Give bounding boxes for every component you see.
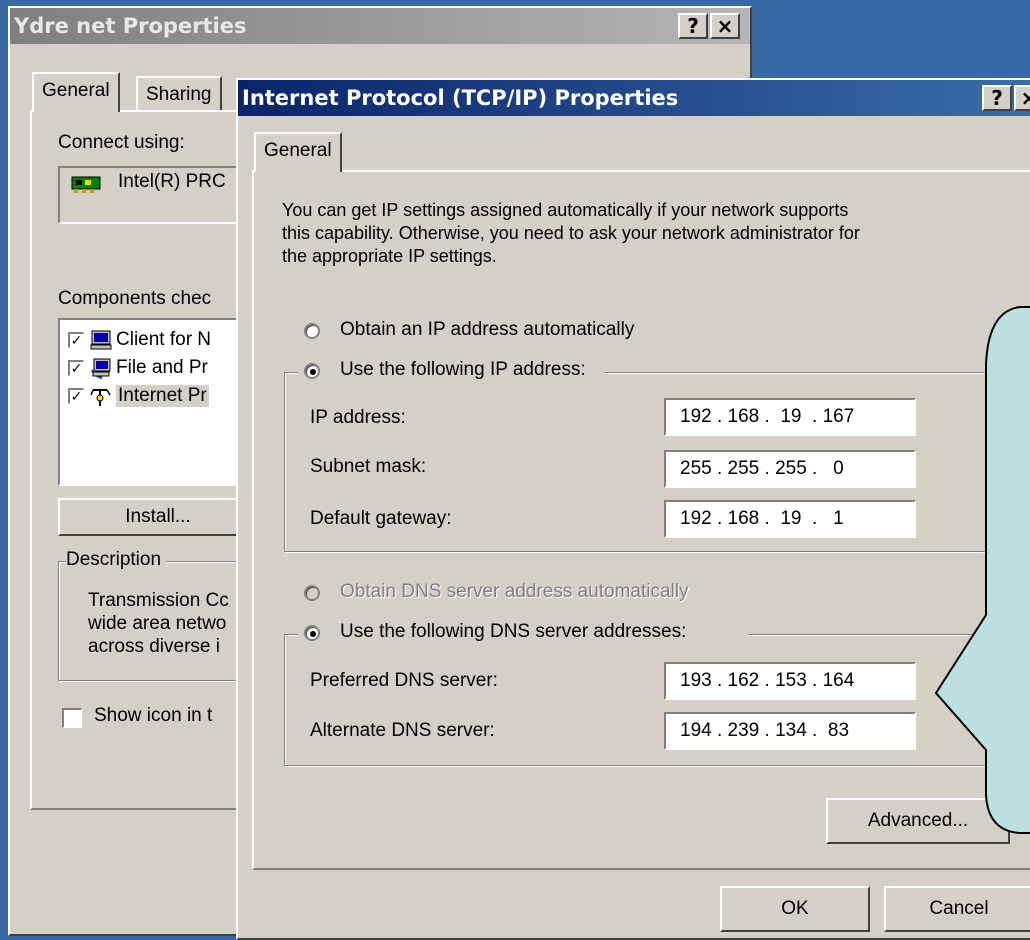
alternate-dns-field[interactable]: 194 . 239 . 134 . 83	[664, 712, 916, 750]
install-button[interactable]: Install...	[58, 498, 258, 536]
component-label: Internet Pr	[116, 385, 209, 407]
ip-auto-label[interactable]: Obtain an IP address automatically	[340, 319, 634, 341]
intro-line: this capability. Otherwise, you need to …	[282, 223, 860, 243]
connect-using-label: Connect using:	[58, 132, 185, 153]
gateway-field[interactable]: 192 . 168 . 19 . 1	[664, 500, 916, 538]
help-icon: ?	[687, 14, 699, 38]
dns-auto-radio[interactable]	[304, 585, 320, 601]
tab-general[interactable]: General	[254, 132, 342, 172]
dns-manual-radio[interactable]	[304, 625, 320, 641]
gateway-label: Default gateway:	[310, 508, 452, 529]
cancel-button-label: Cancel	[929, 898, 989, 919]
intro-line: the appropriate IP settings.	[282, 246, 497, 266]
subnet-label: Subnet mask:	[310, 456, 427, 477]
ok-button[interactable]: OK	[720, 886, 870, 932]
front-close-button[interactable]: ×	[1014, 85, 1030, 111]
back-tab-sharing[interactable]: Sharing	[136, 76, 222, 110]
component-label: Client for N	[116, 329, 212, 350]
description-legend: Description	[66, 549, 168, 571]
component-checkbox[interactable]: ✓	[68, 360, 84, 376]
preferred-dns-field[interactable]: 193 . 162 . 153 . 164	[664, 662, 916, 700]
preferred-dns-value: 193 . 162 . 153 . 164	[680, 670, 855, 691]
protocol-icon	[90, 389, 111, 406]
components-label: Components chec	[58, 288, 212, 309]
dns-manual-label: Use the following DNS server addresses:	[340, 621, 687, 642]
subnet-field[interactable]: 255 . 255 . 255 . 0	[664, 450, 916, 488]
install-button-label: Install...	[125, 506, 191, 527]
alternate-dns-value: 194 . 239 . 134 . 83	[680, 720, 850, 741]
cancel-button[interactable]: Cancel	[884, 886, 1030, 932]
show-icon-label: Show icon in t	[94, 705, 213, 726]
tab-general-label: General	[264, 140, 332, 161]
ip-address-field[interactable]: 192 . 168 . 19 . 167	[664, 398, 916, 436]
description-line: across diverse i	[88, 636, 220, 657]
adapter-name: Intel(R) PRC	[118, 171, 226, 192]
description-line: Transmission Cc	[88, 590, 229, 611]
preferred-dns-label: Preferred DNS server:	[310, 670, 498, 691]
tcpip-dialog-titlebar[interactable]: Internet Protocol (TCP/IP) Properties	[238, 80, 1030, 116]
ip-auto-radio[interactable]	[304, 323, 320, 339]
tcpip-dialog: Internet Protocol (TCP/IP) Properties ? …	[236, 78, 1030, 940]
subnet-value: 255 . 255 . 255 . 0	[680, 458, 844, 479]
dns-manual-option[interactable]: Use the following DNS server addresses:	[298, 621, 748, 649]
intro-line: You can get IP settings assigned automat…	[282, 200, 849, 220]
show-icon-checkbox[interactable]	[62, 708, 82, 728]
ip-manual-option[interactable]: Use the following IP address:	[298, 359, 604, 387]
back-window-title: Ydre net Properties	[14, 14, 247, 38]
ip-address-label: IP address:	[310, 407, 406, 428]
back-tab-sharing-label: Sharing	[146, 84, 212, 105]
ok-button-label: OK	[781, 898, 809, 919]
close-icon: ×	[1020, 86, 1030, 110]
back-help-button[interactable]: ?	[678, 13, 708, 39]
component-checkbox[interactable]: ✓	[68, 388, 84, 404]
ip-address-value: 192 . 168 . 19 . 167	[680, 406, 855, 427]
back-tab-general[interactable]: General	[32, 72, 120, 112]
help-icon: ?	[991, 86, 1003, 110]
dns-auto-label[interactable]: Obtain DNS server address automatically	[340, 581, 688, 603]
dns-group	[284, 634, 1030, 766]
component-checkbox[interactable]: ✓	[68, 332, 84, 348]
alternate-dns-label: Alternate DNS server:	[310, 720, 495, 741]
computer-icon	[90, 330, 112, 350]
gateway-value: 192 . 168 . 19 . 1	[680, 508, 844, 529]
component-label: File and Pr	[116, 357, 208, 378]
ip-manual-radio[interactable]	[304, 363, 320, 379]
front-help-button[interactable]: ?	[982, 85, 1012, 111]
close-icon: ×	[716, 14, 734, 38]
description-line: wide area netwo	[88, 613, 227, 634]
tcpip-dialog-title: Internet Protocol (TCP/IP) Properties	[242, 86, 679, 110]
share-icon	[90, 358, 111, 380]
back-tab-general-label: General	[42, 80, 110, 101]
callout-bubble	[934, 306, 1030, 834]
back-close-button[interactable]: ×	[710, 13, 740, 39]
network-card-icon	[71, 176, 101, 193]
back-window-titlebar[interactable]: Ydre net Properties	[10, 8, 750, 44]
ip-manual-label: Use the following IP address:	[340, 359, 586, 380]
